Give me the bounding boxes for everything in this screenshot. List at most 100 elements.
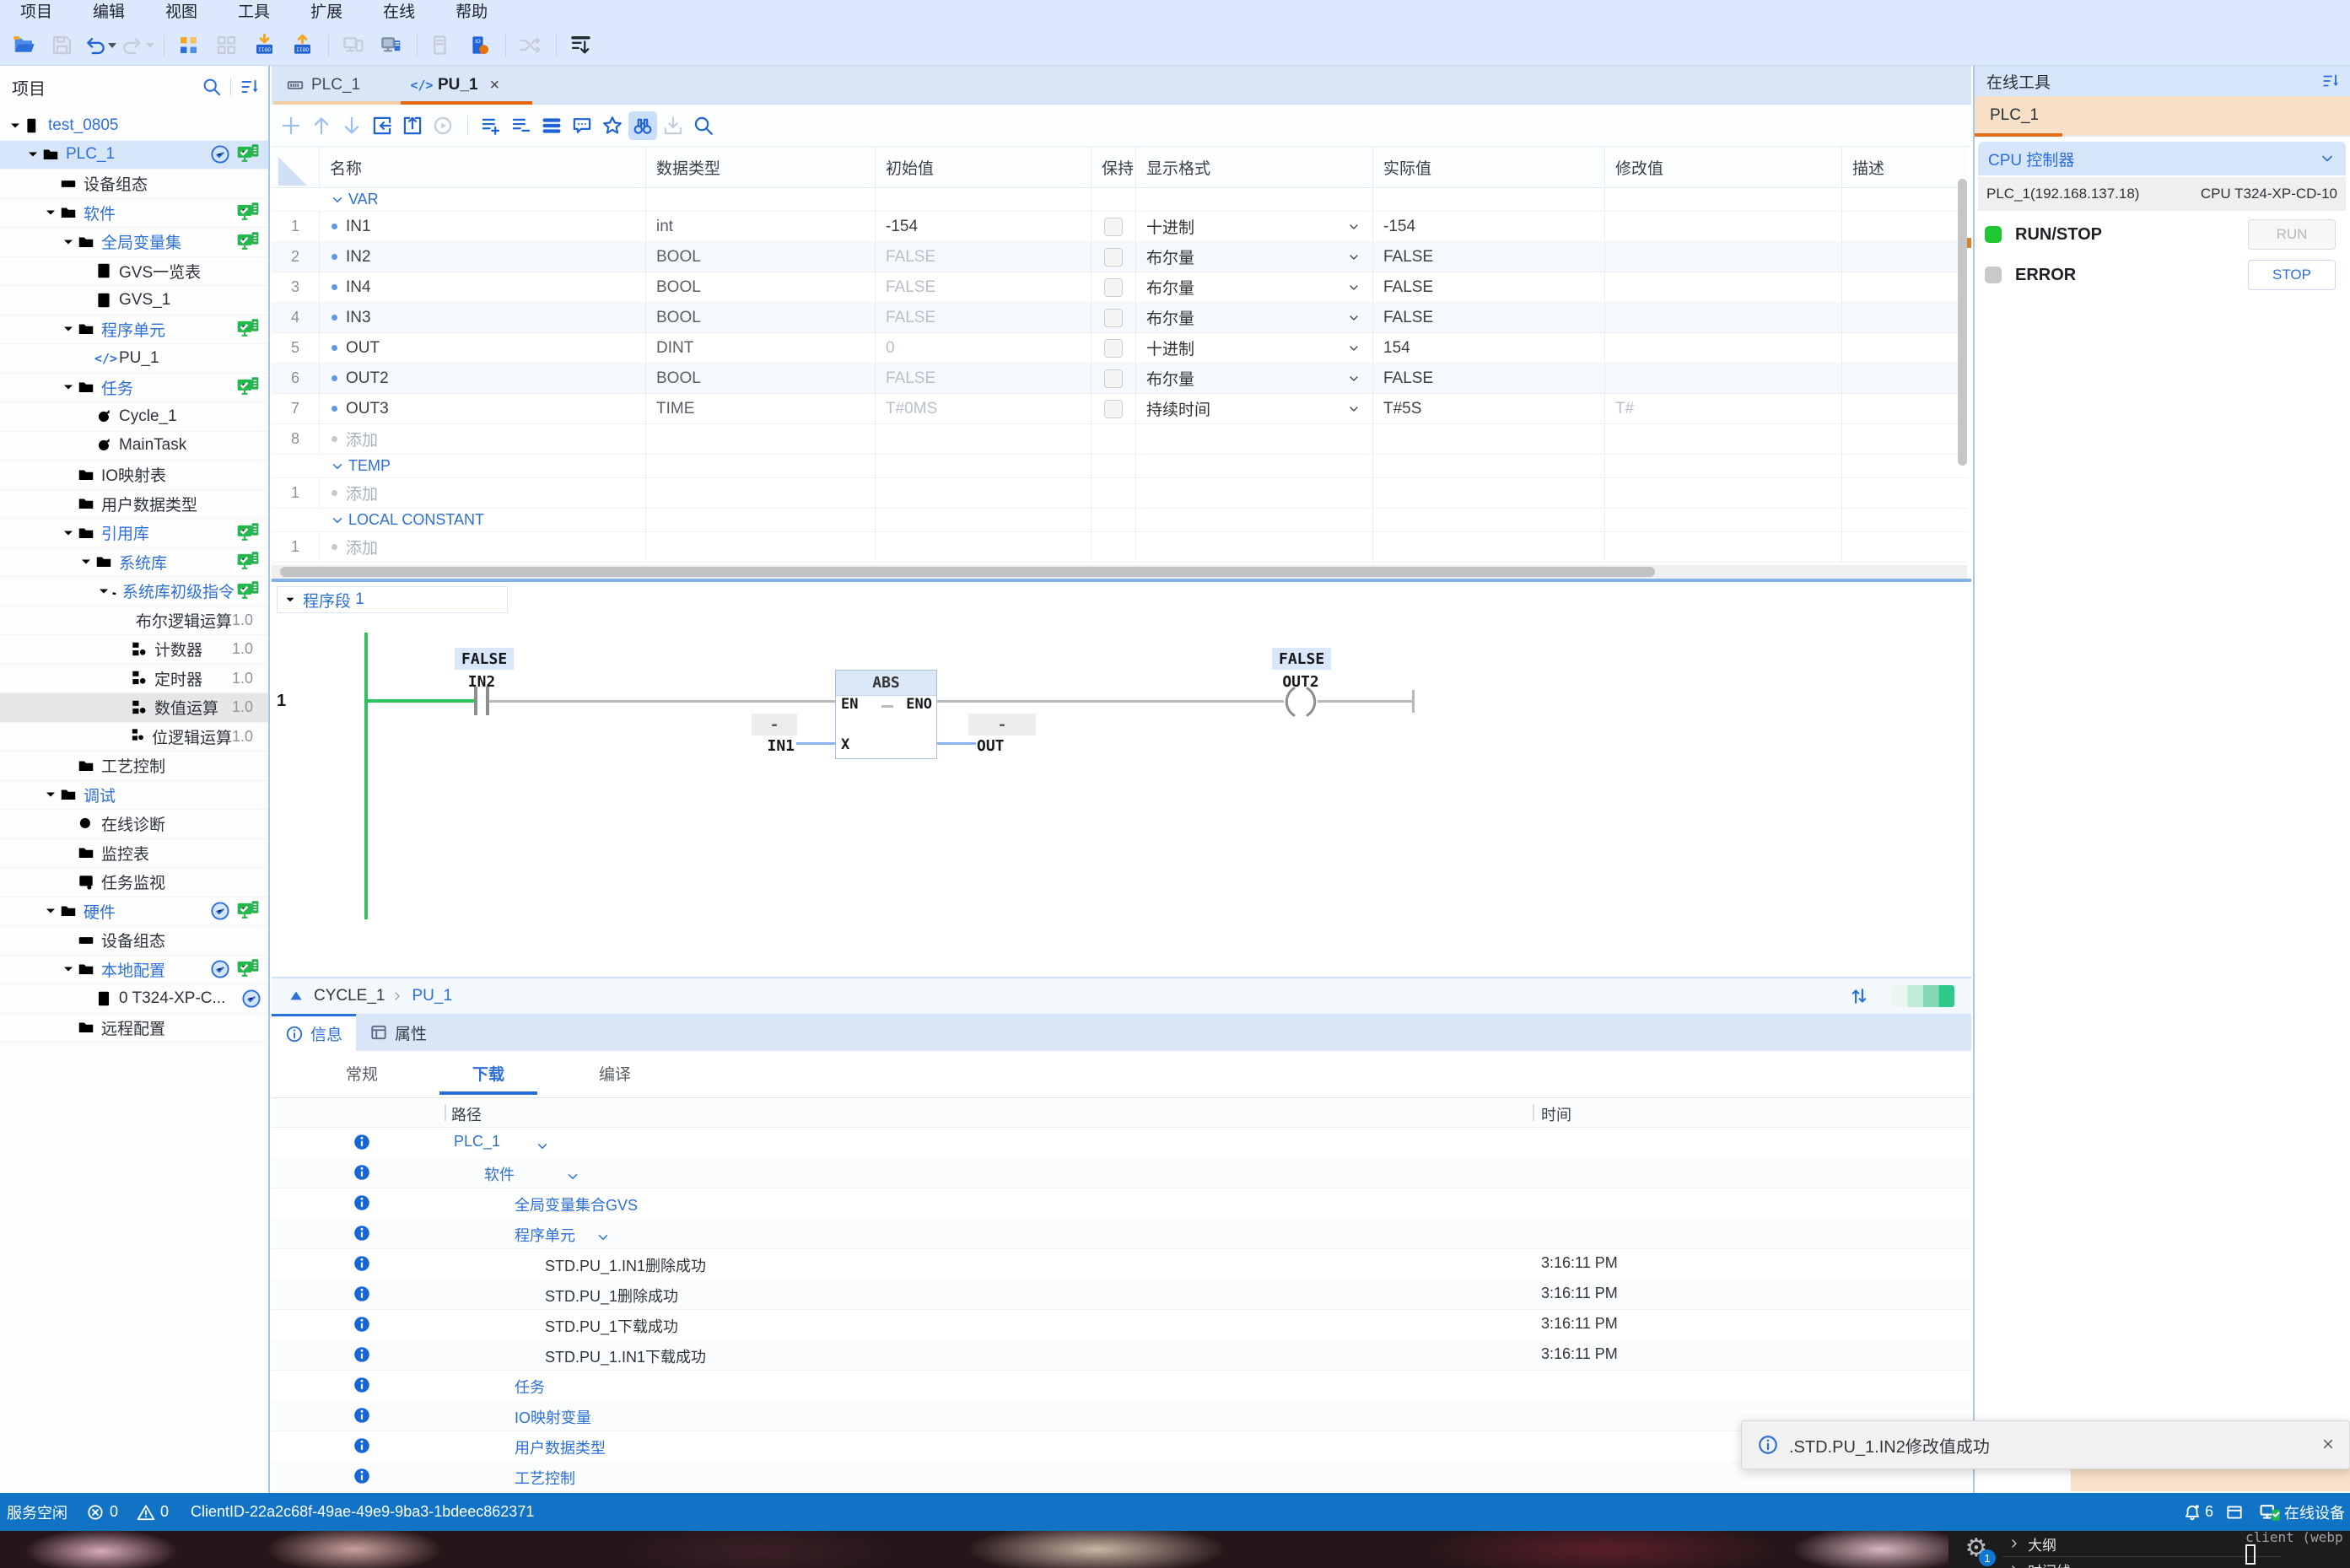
table-row[interactable]: 8添加 [272, 424, 1967, 455]
display-format-dropdown[interactable]: 十进制 [1136, 333, 1373, 363]
chevron-down-icon[interactable] [330, 513, 345, 528]
log-row-5[interactable]: STD.PU_1删除成功3:16:11 PM [272, 1279, 1971, 1310]
display-format-dropdown[interactable]: 布尔量 [1136, 242, 1373, 272]
description-cell[interactable] [1842, 272, 1967, 302]
chevron-down-icon[interactable] [78, 553, 94, 570]
actual-value-cell[interactable]: FALSE [1373, 242, 1605, 272]
actual-value-cell[interactable]: -154 [1373, 212, 1605, 241]
group-row-var[interactable]: VAR [272, 188, 1967, 212]
breadcrumb-task[interactable]: CYCLE_1 [314, 987, 385, 1005]
description-cell[interactable] [1842, 364, 1967, 393]
tree-item-29[interactable]: 本地配置 [0, 956, 268, 985]
display-format-dropdown[interactable]: 布尔量 [1136, 364, 1373, 393]
online-plc-tab[interactable]: PLC_1 [1975, 96, 2350, 137]
chevron-down-icon[interactable] [42, 204, 59, 221]
log-row-2[interactable]: 全局变量集合GVS [272, 1188, 1971, 1219]
output-operand[interactable]: OUT [977, 737, 1044, 755]
stop-button[interactable]: STOP [2248, 260, 2336, 290]
tree-item-14[interactable]: 引用库 [0, 519, 268, 548]
arrow-up-button[interactable] [307, 111, 336, 140]
variable-name-cell[interactable]: IN4 [320, 272, 646, 302]
table-row[interactable]: 1添加 [272, 478, 1967, 509]
log-row-1[interactable]: 软件 [272, 1157, 1971, 1188]
column-header-3[interactable]: 保持 [1091, 147, 1136, 187]
chevron-down-icon[interactable] [60, 234, 77, 251]
variable-name-cell[interactable]: IN2 [320, 242, 646, 272]
row-plus-button[interactable] [477, 111, 505, 140]
chevron-down-icon[interactable] [330, 459, 345, 474]
plus-button[interactable] [277, 111, 305, 140]
tree-item-10[interactable]: Cycle_1 [0, 402, 268, 432]
gear-icon[interactable]: ⚙1 [1964, 1534, 1989, 1563]
add-variable-cell[interactable]: 添加 [320, 424, 646, 454]
retain-cell[interactable] [1091, 272, 1136, 302]
tree-item-8[interactable]: </>PU_1 [0, 344, 268, 374]
log-row-4[interactable]: STD.PU_1.IN1删除成功3:16:11 PM [272, 1248, 1971, 1280]
subtab-0[interactable]: 常规 [299, 1051, 425, 1095]
network-canvas[interactable]: 1 FALSE IN2 ABS EN ENO X - IN1 - OUT [272, 616, 1971, 977]
pc-button[interactable] [337, 30, 368, 61]
input-operand[interactable]: IN1 [727, 737, 795, 755]
data-type-cell[interactable]: int [646, 212, 876, 241]
modify-value-cell[interactable] [1605, 303, 1842, 332]
chevron-down-icon[interactable] [60, 321, 77, 337]
select-all-cell[interactable] [272, 147, 320, 187]
tree-item-25[interactable]: 监控表 [0, 839, 268, 869]
variable-name-cell[interactable]: IN1 [320, 212, 646, 241]
horizontal-scrollbar[interactable] [272, 565, 1967, 579]
binoculars-button[interactable] [628, 111, 657, 140]
tree-item-3[interactable]: 软件 [0, 199, 268, 229]
tree-item-4[interactable]: 全局变量集 [0, 228, 268, 257]
menu-item-4[interactable]: 扩展 [290, 0, 363, 25]
sort-icon[interactable] [240, 77, 260, 97]
cpu-controller-section[interactable]: CPU 控制器 [1978, 142, 2346, 175]
chevron-down-icon[interactable] [596, 1230, 611, 1245]
chevron-down-icon[interactable] [535, 1139, 550, 1154]
display-format-dropdown[interactable]: 布尔量 [1136, 303, 1373, 332]
group-row-local-constant[interactable]: LOCAL CONSTANT [272, 509, 1967, 532]
chevron-down-icon[interactable] [330, 192, 345, 207]
coil-label[interactable]: OUT2 [1263, 673, 1339, 691]
timeline-item[interactable]: 时间线 [2008, 1559, 2277, 1568]
initial-value-cell[interactable]: FALSE [876, 272, 1091, 302]
column-header-5[interactable]: 实际值 [1373, 147, 1605, 187]
data-type-cell[interactable]: BOOL [646, 242, 876, 272]
retain-cell[interactable] [1091, 364, 1136, 393]
outline-item[interactable]: 大纲 [2008, 1533, 2277, 1555]
comment-button[interactable] [568, 111, 596, 140]
online-device-icon[interactable] [2259, 1501, 2281, 1523]
chevron-down-icon[interactable] [24, 146, 41, 163]
retain-checkbox[interactable] [1104, 218, 1123, 236]
initial-value-cell[interactable]: -154 [876, 212, 1091, 241]
modify-value-cell[interactable] [1605, 364, 1842, 393]
description-cell[interactable] [1842, 303, 1967, 332]
tab-pu1[interactable]: </> PU_1 × [401, 66, 532, 105]
actual-value-cell[interactable]: FALSE [1373, 272, 1605, 302]
description-cell[interactable] [1842, 212, 1967, 241]
log-row-7[interactable]: STD.PU_1.IN1下载成功3:16:11 PM [272, 1339, 1971, 1371]
table-row[interactable]: 1添加 [272, 532, 1967, 563]
chevron-down-icon[interactable] [7, 117, 24, 134]
sort-arrow-button[interactable] [565, 30, 596, 61]
collapse-triangle-icon[interactable] [287, 987, 305, 1005]
menu-item-2[interactable]: 视图 [145, 0, 218, 25]
group-row-temp[interactable]: TEMP [272, 455, 1967, 478]
log-row-3[interactable]: 程序单元 [272, 1218, 1971, 1249]
download-tray-button[interactable] [659, 111, 687, 140]
retain-cell[interactable] [1091, 212, 1136, 241]
log-row-9[interactable]: IO映射变量 [272, 1400, 1971, 1431]
notification-count[interactable]: 6 [2205, 1503, 2213, 1521]
vertical-scrollbar-thumb[interactable] [1958, 179, 1967, 466]
retain-cell[interactable] [1091, 242, 1136, 272]
log-row-8[interactable]: 任务 [272, 1370, 1971, 1401]
grid-button[interactable] [173, 30, 203, 61]
chevron-down-icon[interactable] [60, 525, 77, 542]
tree-item-27[interactable]: 硬件 [0, 897, 268, 927]
description-cell[interactable] [1842, 394, 1967, 423]
retain-checkbox[interactable] [1104, 248, 1123, 267]
tab-plc1[interactable]: PLC_1 [274, 66, 401, 105]
device-row[interactable]: PLC_1(192.168.137.18) CPU T324-XP-CD-10 [1978, 177, 2346, 211]
search-icon[interactable] [202, 77, 222, 97]
bell-icon[interactable] [2183, 1503, 2202, 1522]
import-button[interactable] [368, 111, 396, 140]
